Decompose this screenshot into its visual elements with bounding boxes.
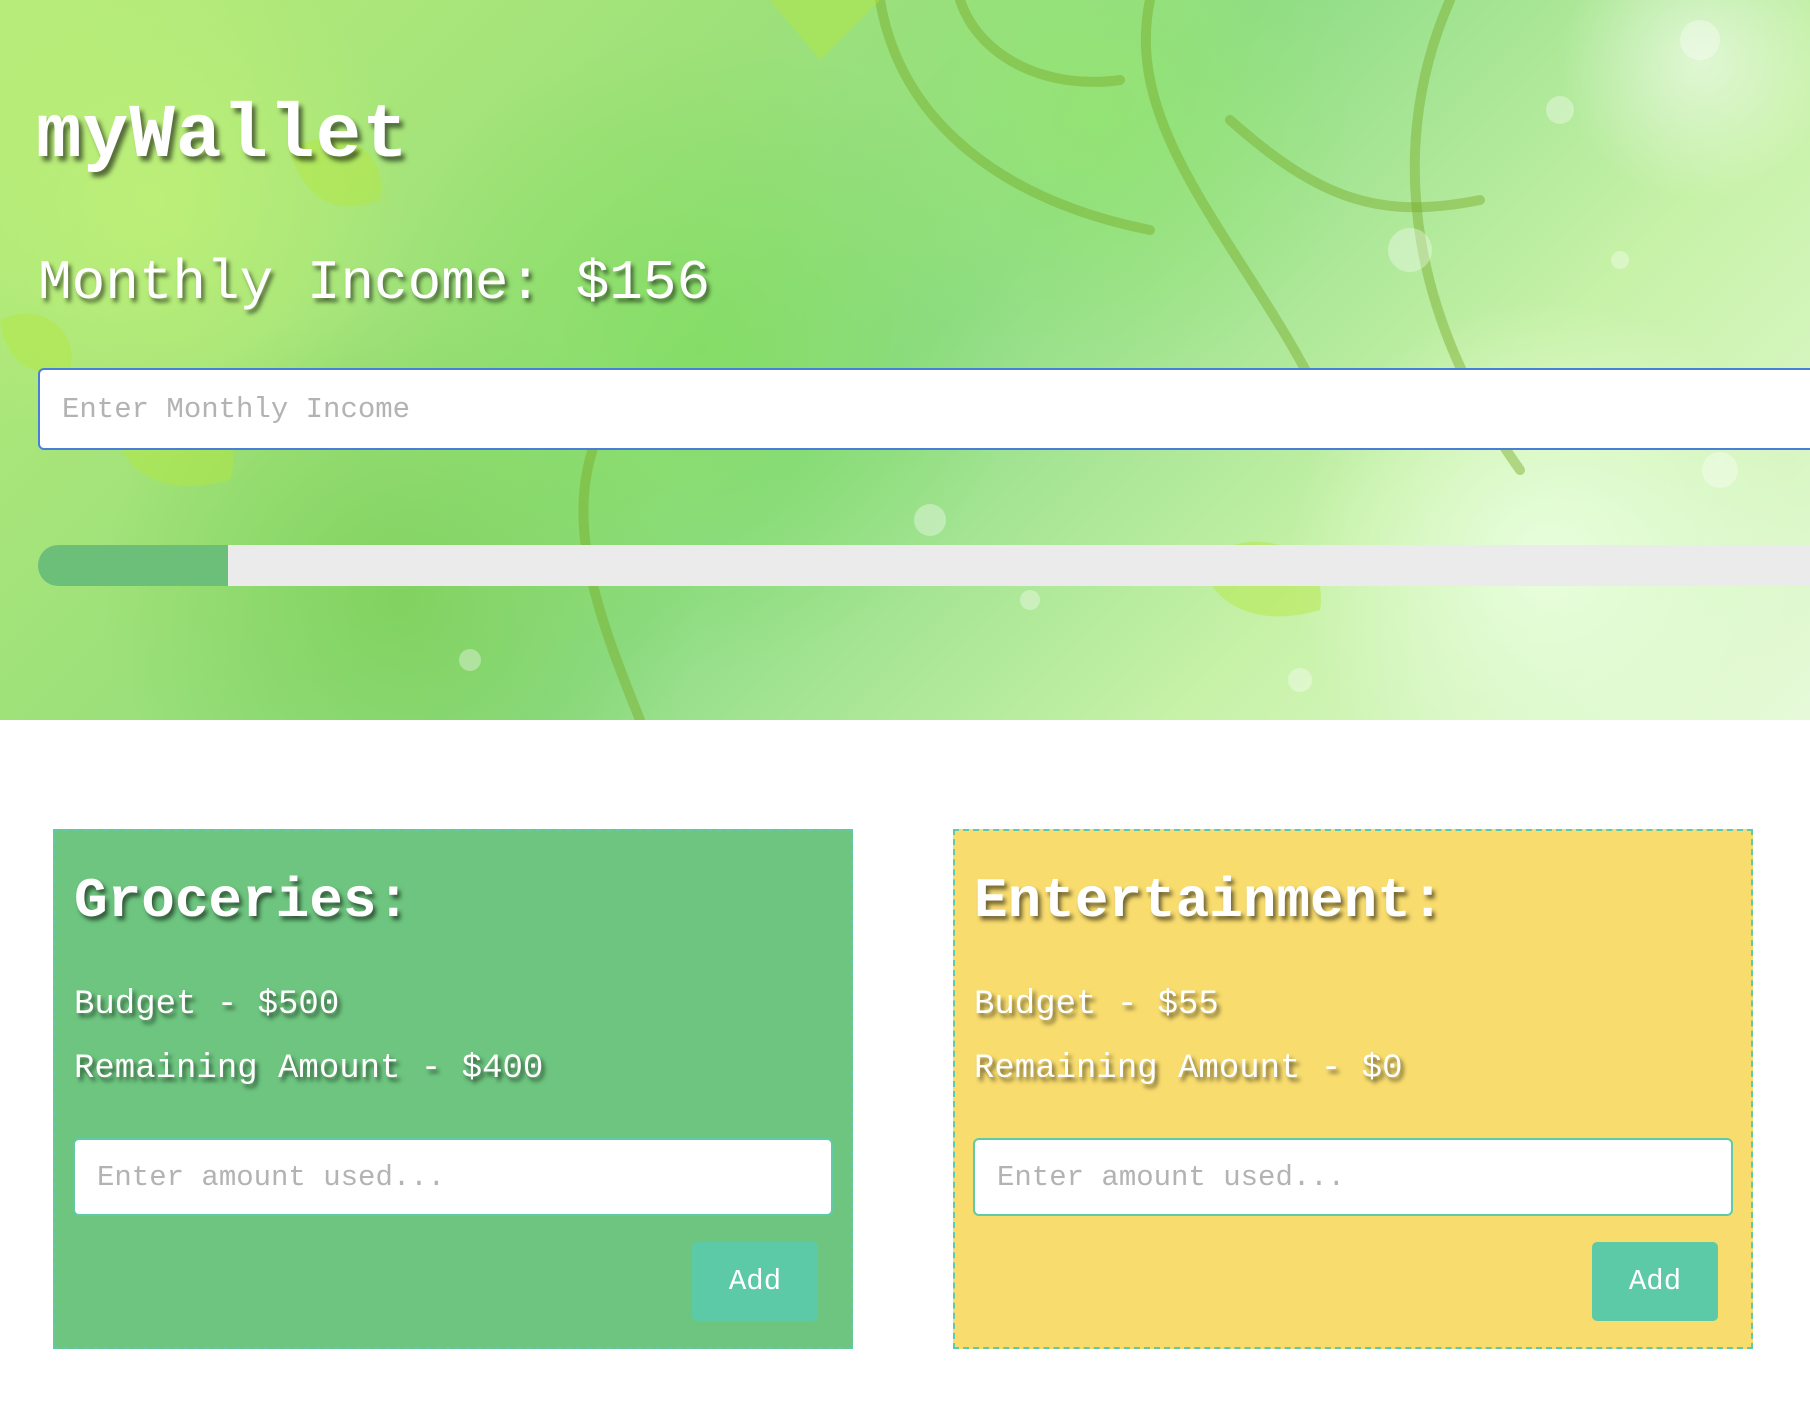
category-card-entertainment: Entertainment: Budget - $55 Remaining Am… [953,829,1753,1349]
add-button[interactable]: Add [1592,1242,1718,1321]
category-remaining-amount: Remaining Amount - $400 [74,1050,544,1088]
category-title: Entertainment: [974,869,1445,933]
monthly-income-label: Monthly Income: $156 [38,251,711,315]
monthly-income-input[interactable] [38,368,1810,450]
category-remaining-amount: Remaining Amount - $0 [974,1050,1403,1088]
budget-progress-fill [38,545,229,586]
amount-used-input[interactable] [73,1138,833,1216]
hero-banner: myWallet Monthly Income: $156 [0,0,1810,720]
app-title: myWallet [36,93,409,179]
amount-used-input[interactable] [973,1138,1733,1216]
budget-progress-bar [38,545,1810,586]
category-title: Groceries: [74,869,411,933]
category-budget: Budget - $500 [74,986,340,1024]
category-budget: Budget - $55 [974,986,1219,1024]
add-button[interactable]: Add [692,1242,818,1321]
category-card-groceries: Groceries: Budget - $500 Remaining Amoun… [53,829,853,1349]
